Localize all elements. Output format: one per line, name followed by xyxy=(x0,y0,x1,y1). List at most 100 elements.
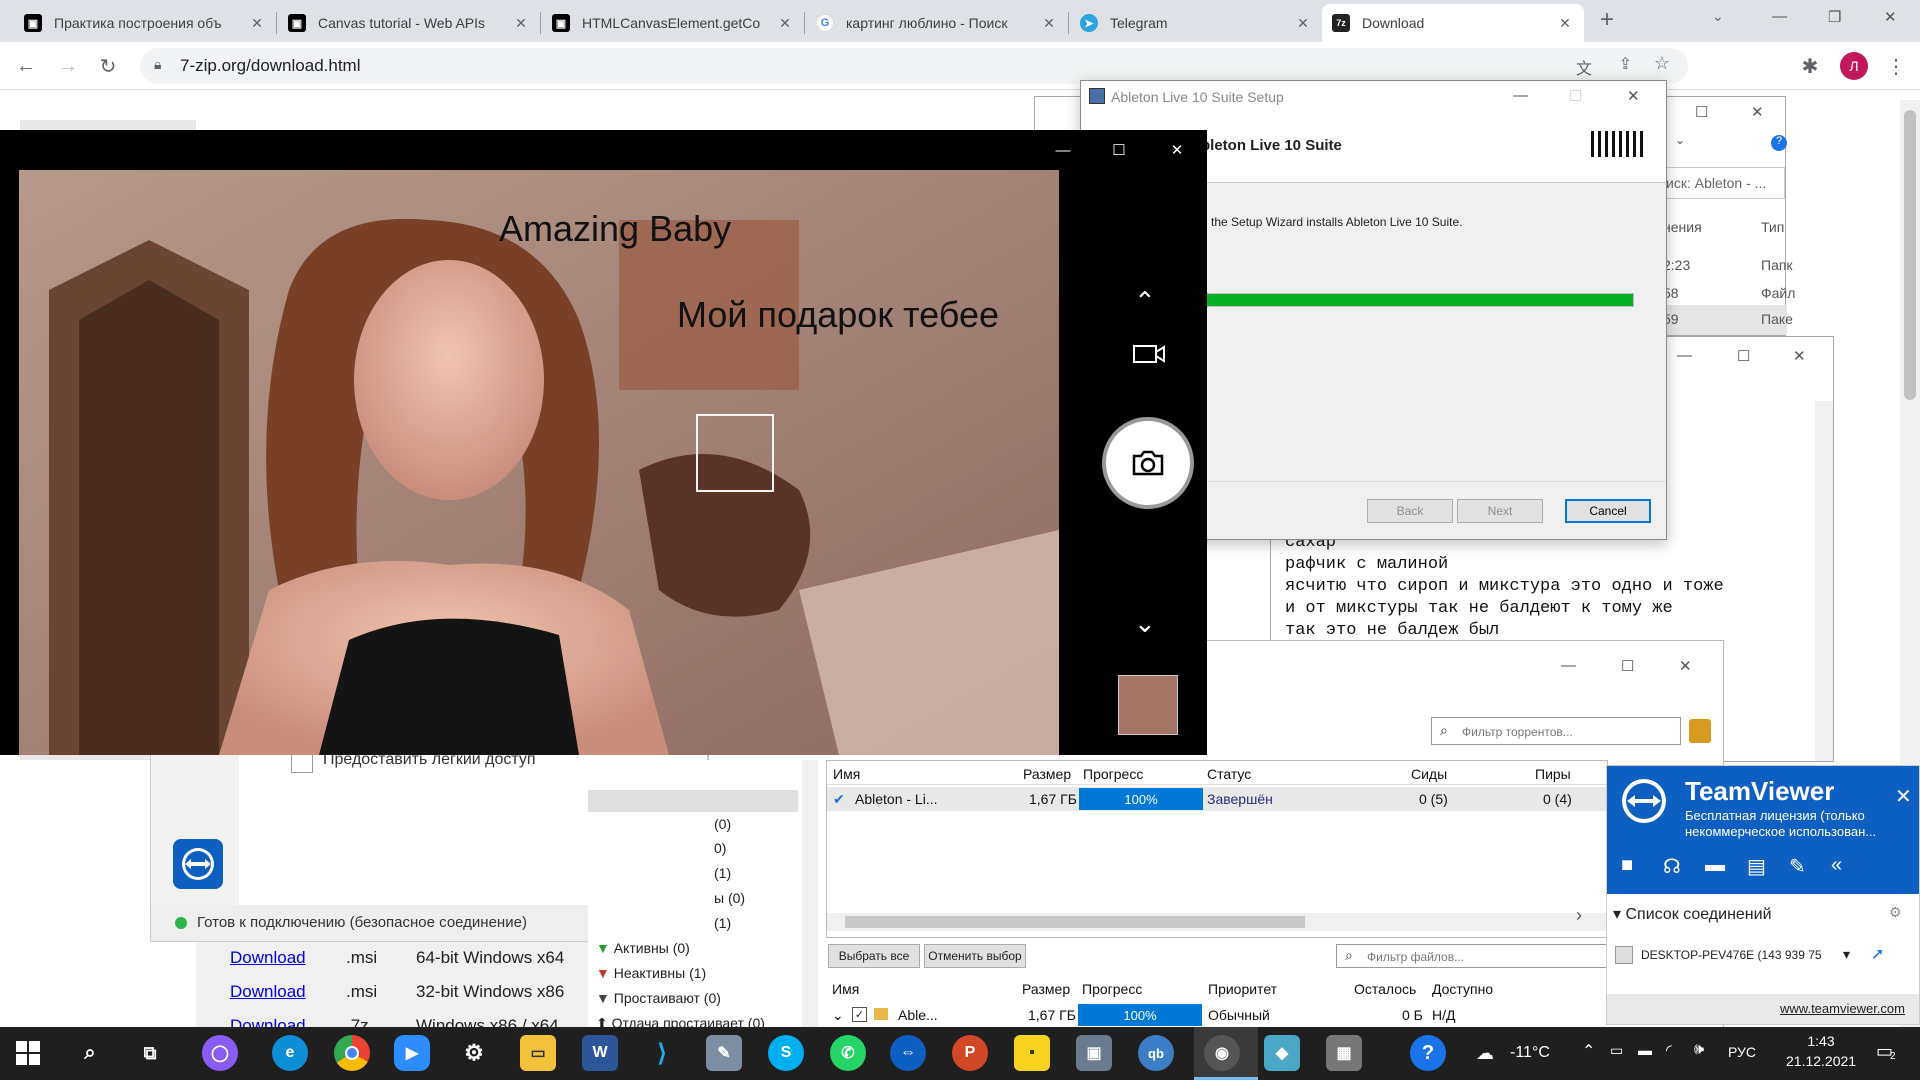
minimize-button[interactable]: — xyxy=(1513,87,1528,104)
cancel-button[interactable]: Cancel xyxy=(1565,499,1651,523)
word-icon[interactable]: W xyxy=(582,1035,618,1071)
battery-icon[interactable]: ▬ xyxy=(1638,1042,1652,1058)
clock[interactable]: 1:43 21.12.2021 xyxy=(1786,1033,1856,1069)
photos-icon[interactable]: ◆ xyxy=(1264,1035,1300,1071)
column-header[interactable]: Сиды xyxy=(1411,766,1447,782)
filter-stalled[interactable]: ▼ Простаивают (0) xyxy=(596,990,721,1006)
gear-icon[interactable]: ⚙ xyxy=(1889,904,1902,921)
photo-thumbnail[interactable] xyxy=(1118,675,1178,735)
chevron-down-icon[interactable]: ⌄ xyxy=(1675,133,1685,147)
maximize-button[interactable]: ☐ xyxy=(1737,347,1750,365)
close-button[interactable]: ✕ xyxy=(1679,657,1692,675)
camera-icon[interactable]: ◉ xyxy=(1204,1035,1240,1071)
column-header[interactable]: Размер xyxy=(1023,766,1071,782)
chat-icon[interactable]: ▬ xyxy=(1705,854,1725,877)
file-filter-input[interactable]: ⌕ Фильтр файлов... xyxy=(1336,944,1608,968)
file-checkbox[interactable]: ✓ xyxy=(852,1007,867,1022)
maximize-button[interactable]: ☐ xyxy=(1621,657,1634,675)
tab-google-search[interactable]: G картинг люблино - Поиск ✕ xyxy=(806,4,1068,42)
minimize-button[interactable]: — xyxy=(1561,657,1576,674)
maximize-button[interactable]: ☐ xyxy=(1695,103,1708,121)
close-icon[interactable]: ✕ xyxy=(248,15,266,32)
search-box[interactable]: иск: Ableton - ... xyxy=(1661,167,1785,199)
close-icon[interactable]: ✕ xyxy=(1556,15,1574,32)
teamviewer-icon[interactable]: ⇔ xyxy=(890,1035,926,1071)
chevron-up-icon[interactable]: ⌃ xyxy=(1582,1041,1595,1061)
windows-start-icon[interactable] xyxy=(16,1041,40,1065)
reload-icon[interactable]: ↻ xyxy=(92,50,124,82)
share-icon[interactable]: ⇪ xyxy=(1619,54,1632,74)
column-header[interactable]: Статус xyxy=(1207,766,1251,782)
volume-icon[interactable]: 🕪︎ xyxy=(1694,1041,1704,1059)
sidebar-scrollbar[interactable] xyxy=(802,760,818,1028)
next-button[interactable]: Next xyxy=(1457,499,1543,523)
minimize-button[interactable]: — xyxy=(1040,134,1086,166)
alice-icon[interactable]: ◯ xyxy=(202,1035,238,1071)
torrent-row[interactable]: ✔ Ableton - Li... 1,67 ГБ 100% Завершён … xyxy=(827,787,1607,811)
address-bar[interactable]: 🔒︎ 7-zip.org/download.html 文 ⇪ ☆ xyxy=(140,48,1688,84)
skype-icon[interactable]: S xyxy=(768,1035,804,1071)
qbittorrent-icon[interactable]: qb xyxy=(1138,1035,1174,1071)
filter-inactive[interactable]: ▼ Неактивны (1) xyxy=(596,965,706,981)
column-header[interactable]: Осталось xyxy=(1354,981,1416,997)
video-mode-icon[interactable] xyxy=(1132,342,1166,369)
sticky-notes-icon[interactable]: ▪ xyxy=(1014,1035,1050,1071)
tab-telegram[interactable]: ➤ Telegram ✕ xyxy=(1070,4,1322,42)
chevron-right-icon[interactable]: › xyxy=(1576,905,1582,926)
download-link[interactable]: Download xyxy=(230,948,306,968)
tray-device-icon[interactable]: ▭ xyxy=(1610,1042,1623,1059)
close-icon[interactable]: ✕ xyxy=(776,15,794,32)
language-indicator[interactable]: РУС xyxy=(1728,1044,1756,1060)
close-window-button[interactable]: ✕ xyxy=(1884,8,1897,26)
column-header[interactable]: Доступно xyxy=(1432,981,1493,997)
back-arrow-icon[interactable]: ← xyxy=(10,50,42,82)
menu-kebab-icon[interactable]: ⋮ xyxy=(1880,50,1912,82)
minimize-button[interactable]: — xyxy=(1677,347,1692,364)
zoom-icon[interactable]: ▶ xyxy=(394,1035,430,1071)
close-icon[interactable]: ✕ xyxy=(1294,15,1312,32)
select-all-button[interactable]: Выбрать все xyxy=(828,944,920,968)
edge-icon[interactable]: e xyxy=(272,1035,308,1071)
column-header[interactable]: Размер xyxy=(1022,981,1070,997)
column-header[interactable]: нения xyxy=(1663,219,1702,235)
close-button[interactable]: ✕ xyxy=(1154,134,1200,166)
gear-icon[interactable]: ⚙ xyxy=(456,1035,492,1071)
file-row[interactable]: ⌄ ✓ Able... 1,67 ГБ 100% Обычный 0 Б Н/Д xyxy=(826,1004,1608,1028)
task-view-icon[interactable]: ⧉ xyxy=(132,1035,168,1071)
chevron-down-icon[interactable]: ▾ xyxy=(1843,946,1850,963)
close-button[interactable]: ✕ xyxy=(1793,347,1806,365)
tools-icon[interactable]: ✎ xyxy=(1789,854,1806,879)
scrollbar-thumb[interactable] xyxy=(845,916,1305,928)
notes-scrollbar[interactable] xyxy=(1815,401,1833,761)
help-icon[interactable]: ? xyxy=(1410,1035,1446,1071)
close-icon[interactable]: ✕ xyxy=(512,15,530,32)
tab-search-icon[interactable]: ⌄ xyxy=(1712,8,1724,25)
column-header[interactable]: Прогресс xyxy=(1082,981,1142,997)
tab-canvas-tutorial[interactable]: ▣ Canvas tutorial - Web APIs ✕ xyxy=(278,4,540,42)
torrent-filter-input[interactable]: ⌕ Фильтр торрентов... xyxy=(1431,717,1681,745)
column-header[interactable]: Имя xyxy=(832,981,859,997)
connection-item[interactable]: DESKTOP-PEV476E (143 939 75 ▾ ➚ xyxy=(1615,944,1915,968)
vscode-icon[interactable]: ⟩ xyxy=(644,1035,680,1071)
headset-icon[interactable]: ☊ xyxy=(1663,854,1681,879)
chevron-down-icon[interactable]: ⌄ xyxy=(1134,608,1156,639)
bookmark-star-icon[interactable]: ☆ xyxy=(1654,53,1670,74)
files-icon[interactable]: ▤ xyxy=(1747,854,1766,879)
column-header[interactable]: Приоритет xyxy=(1208,981,1277,997)
help-icon[interactable]: ? xyxy=(1771,135,1787,151)
scrollbar-thumb[interactable] xyxy=(1904,110,1916,400)
powerpoint-icon[interactable]: P xyxy=(952,1035,988,1071)
file-explorer-icon[interactable]: ▭ xyxy=(520,1035,556,1071)
minimize-button[interactable]: — xyxy=(1772,8,1787,25)
collapse-icon[interactable]: « xyxy=(1831,854,1842,877)
lock-icon[interactable] xyxy=(1689,719,1711,743)
tab-practice[interactable]: ▣ Практика построения объ ✕ xyxy=(14,4,276,42)
close-icon[interactable]: ✕ xyxy=(1040,15,1058,32)
horizontal-scrollbar[interactable] xyxy=(827,913,1607,931)
deselect-button[interactable]: Отменить выбор xyxy=(924,944,1026,968)
teamviewer-link[interactable]: www.teamviewer.com xyxy=(1780,1001,1905,1016)
whatsapp-icon[interactable]: ✆ xyxy=(830,1035,866,1071)
maximize-button[interactable]: ☐ xyxy=(1096,134,1142,166)
video-icon[interactable]: ■ xyxy=(1621,854,1633,877)
weather-temp[interactable]: -11°C xyxy=(1510,1044,1550,1062)
